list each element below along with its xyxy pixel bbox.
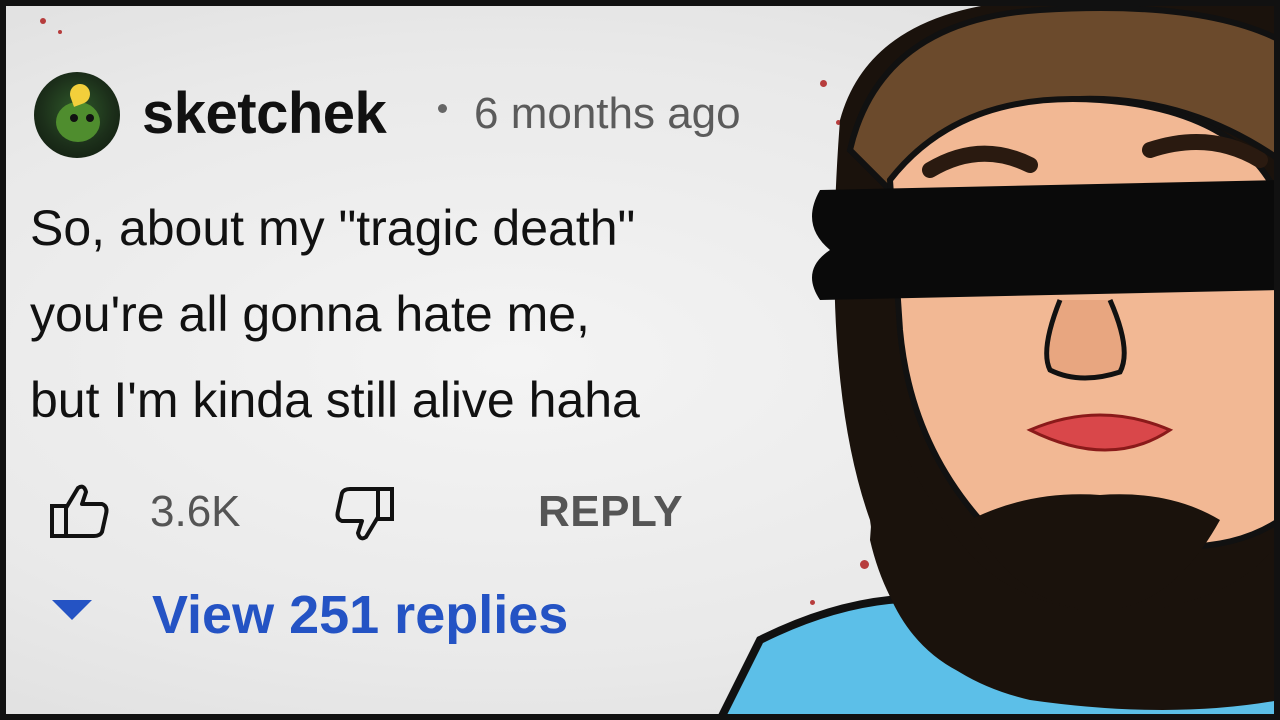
comment-line: So, about my "tragic death" <box>30 200 636 256</box>
comment-line: but I'm kinda still alive haha <box>30 372 640 428</box>
avatar-eye <box>70 114 78 122</box>
like-count: 3.6K <box>150 487 241 536</box>
avatar-creature <box>56 102 100 142</box>
view-replies-label[interactable]: View 251 replies <box>152 584 568 646</box>
thumbs-up-icon[interactable] <box>48 480 110 542</box>
reply-button[interactable]: REPLY <box>538 487 683 537</box>
thumbs-down-icon[interactable] <box>330 483 396 545</box>
comment-author[interactable]: sketchek <box>142 80 387 147</box>
avatar-eye <box>86 114 94 122</box>
blood-speck <box>58 30 62 34</box>
caret-down-icon[interactable] <box>52 600 92 620</box>
censored-person-illustration <box>715 0 1280 720</box>
separator-dot <box>438 104 447 113</box>
avatar[interactable] <box>34 72 120 158</box>
blood-speck <box>40 18 46 24</box>
comment-line: you're all gonna hate me, <box>30 286 590 342</box>
comment-body: So, about my "tragic death" you're all g… <box>30 185 640 443</box>
thumbnail-canvas: sketchek 6 months ago So, about my "trag… <box>0 0 1280 720</box>
